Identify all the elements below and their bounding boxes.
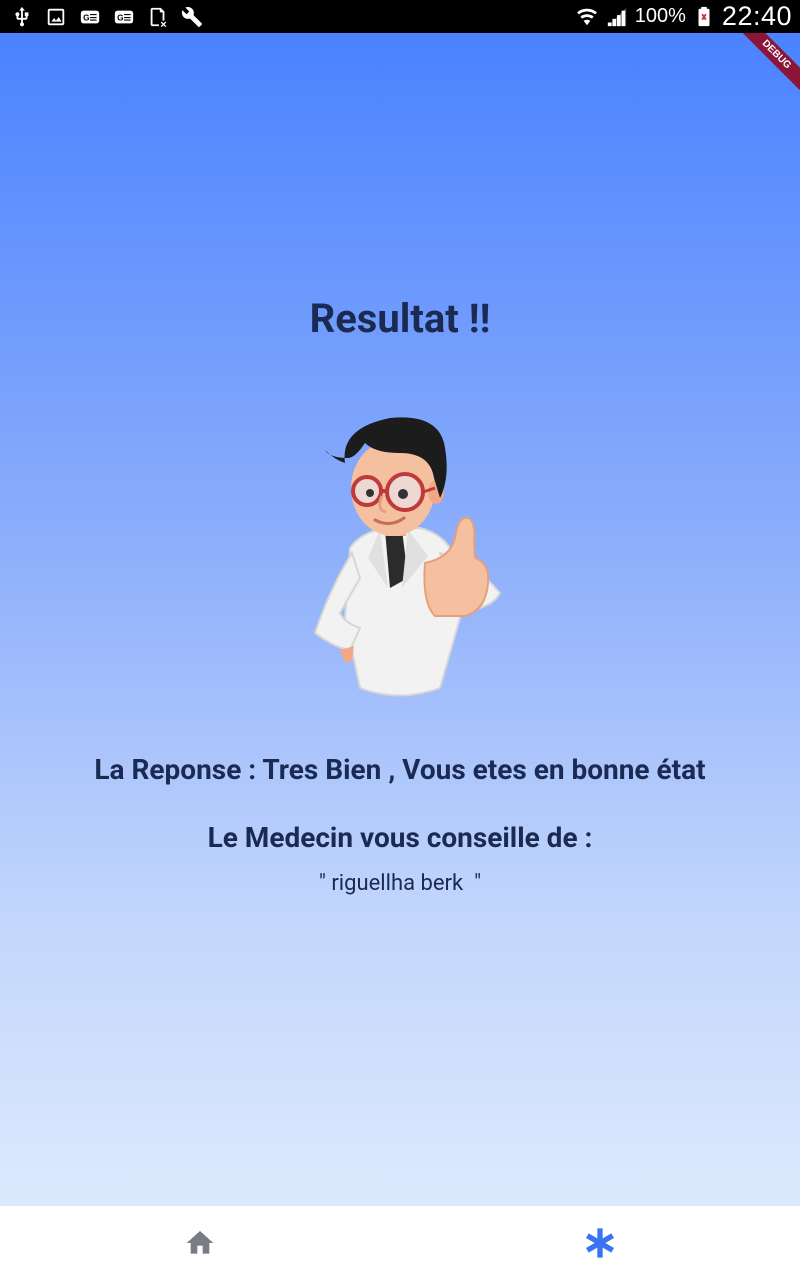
sim-icon: G☰ — [78, 5, 102, 29]
result-screen: DEBUG Resultat !! La Reponse: Tres Bien… — [0, 33, 800, 1206]
response-text: La Reponse : Tres Bien , Vous etes en bo… — [94, 753, 706, 786]
doctor-illustration — [290, 388, 510, 708]
clock: 22:40 — [721, 1, 792, 31]
advice-text: " riguellha berk " — [318, 871, 482, 896]
bottom-navigation — [0, 1206, 800, 1280]
battery-icon — [692, 5, 716, 29]
signal-icon — [605, 5, 629, 29]
nav-medical[interactable] — [400, 1206, 800, 1280]
wrench-icon — [180, 5, 204, 29]
sim-icon: G☰ — [112, 5, 136, 29]
advice-heading: Le Medecin vous conseille de : — [207, 821, 593, 854]
nav-home[interactable] — [0, 1206, 400, 1280]
svg-text:G☰: G☰ — [83, 13, 97, 22]
wifi-icon — [575, 5, 599, 29]
system-icons: 100% 22:40 — [575, 1, 792, 32]
status-bar: G☰ G☰ 100% 22:40 — [0, 0, 800, 33]
sim-error-icon — [146, 5, 170, 29]
debug-banner: DEBUG — [734, 33, 800, 97]
page-title: Resultat !! — [309, 295, 491, 342]
asterisk-icon — [585, 1228, 615, 1258]
svg-text:G☰: G☰ — [117, 13, 131, 22]
battery-percent: 100% — [634, 5, 686, 27]
usb-icon — [10, 5, 34, 29]
image-icon — [44, 5, 68, 29]
notification-icons: G☰ G☰ — [10, 5, 204, 29]
home-icon — [186, 1231, 214, 1254]
